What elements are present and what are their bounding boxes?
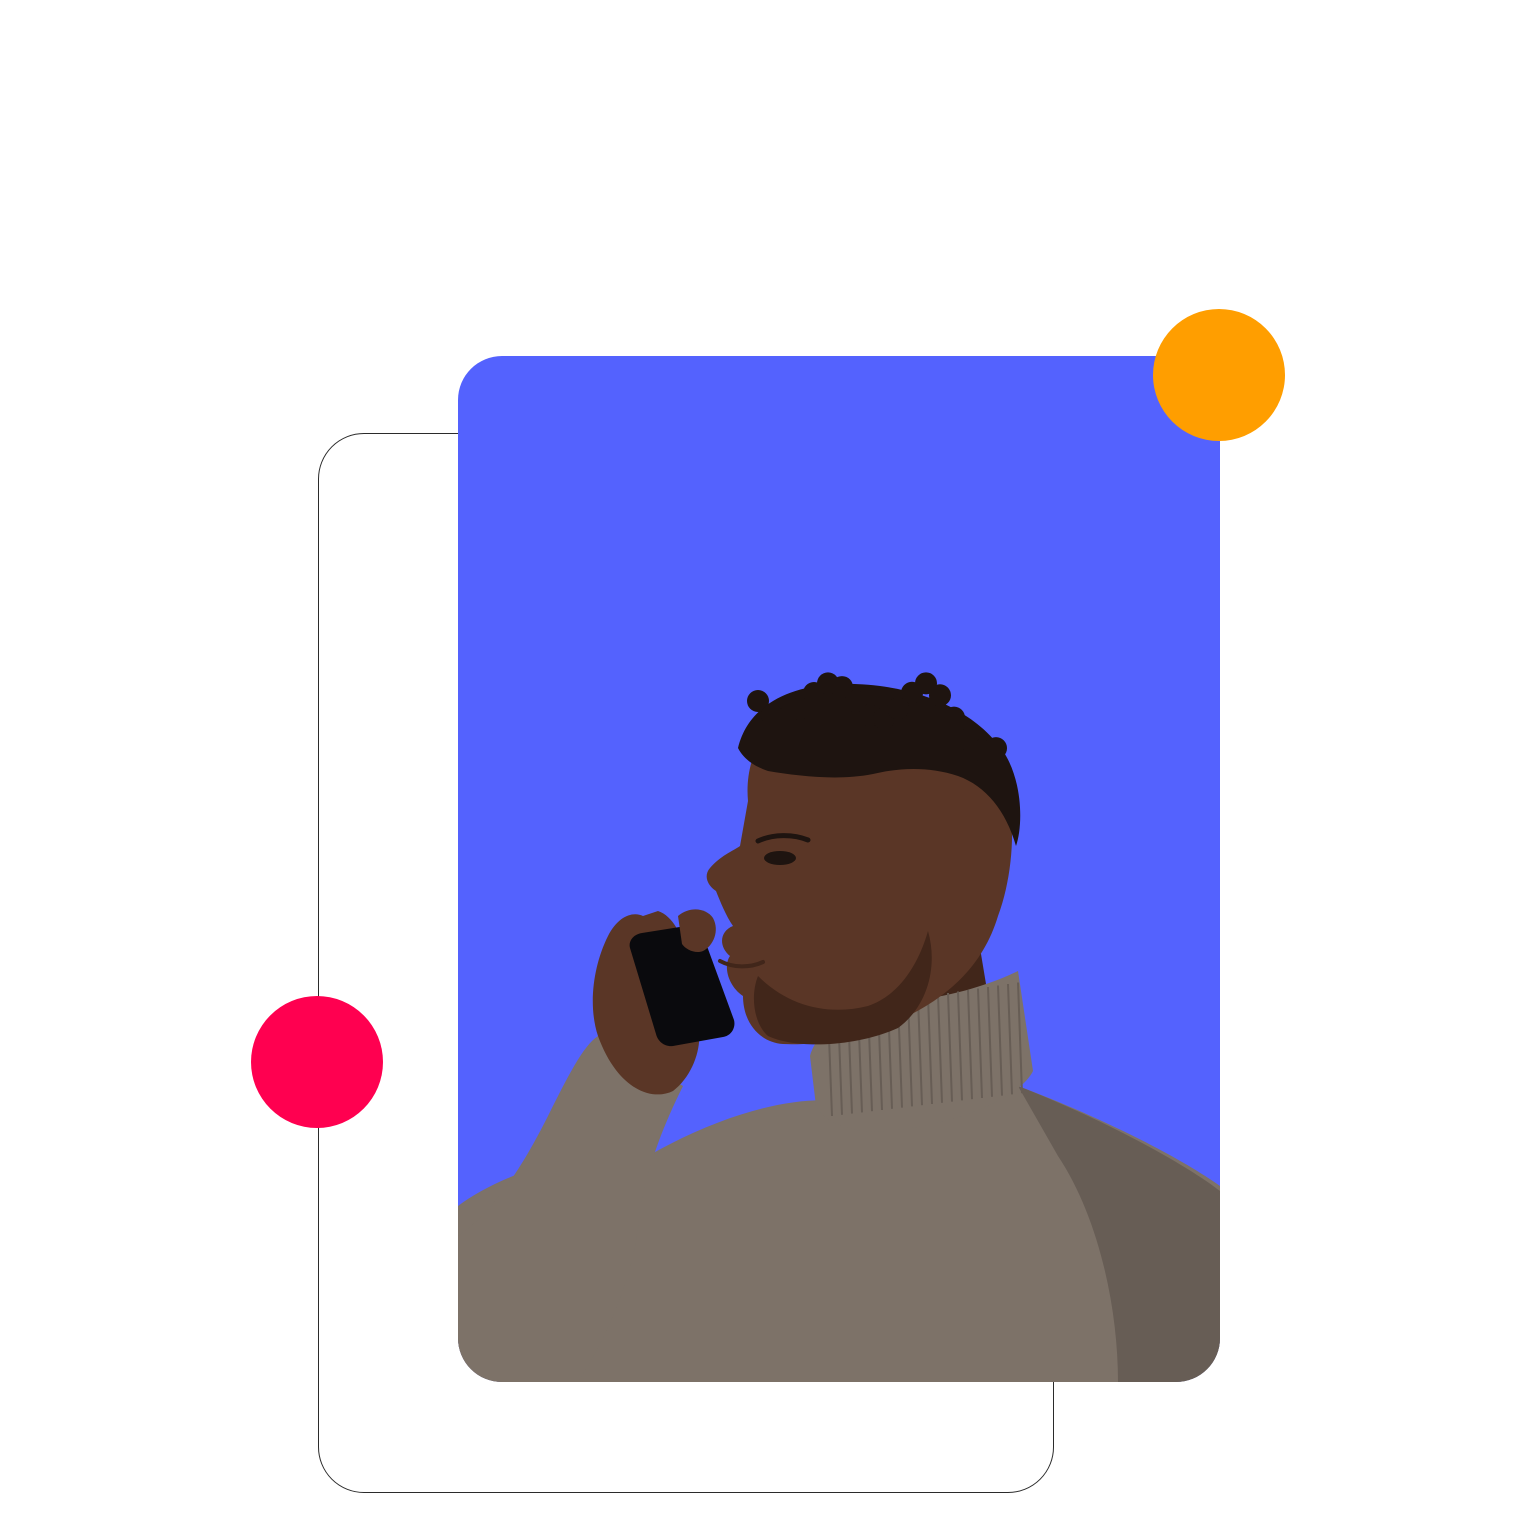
photo-card — [458, 356, 1220, 1382]
hair-twist — [929, 684, 951, 707]
eye — [764, 851, 796, 865]
hair-twist — [943, 706, 965, 729]
hair-twist — [985, 737, 1007, 760]
red-dot — [251, 996, 383, 1128]
hero-graphic — [0, 0, 1536, 1536]
ear — [935, 835, 991, 927]
orange-dot — [1153, 309, 1285, 441]
person-on-phone-icon — [458, 356, 1220, 1382]
